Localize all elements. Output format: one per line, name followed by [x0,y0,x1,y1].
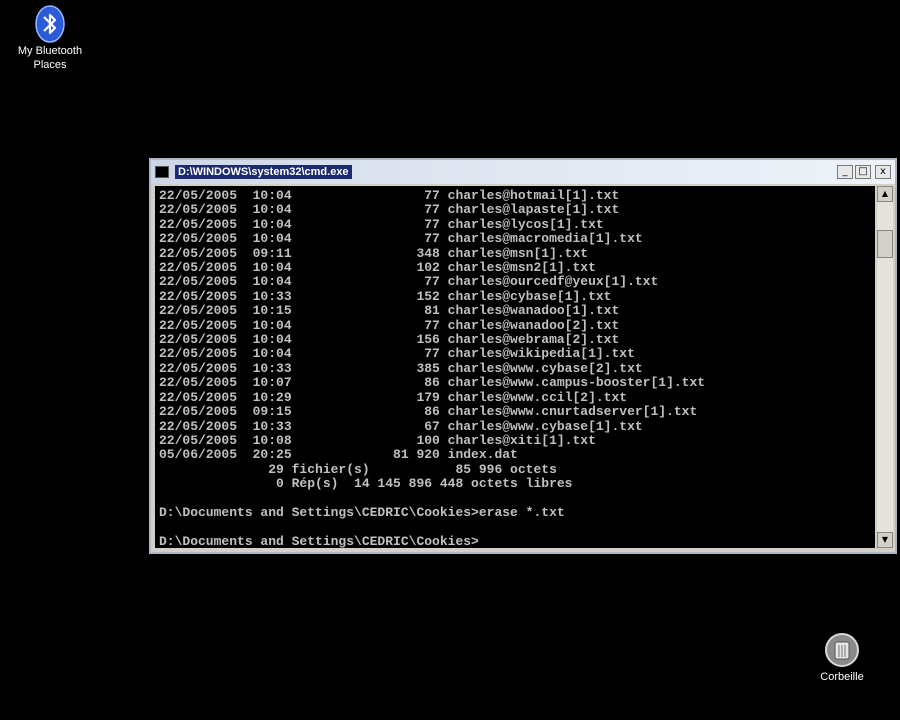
vertical-scrollbar[interactable]: ▲ ▼ [877,186,893,548]
console-line: 05/06/2005 20:25 81 920 index.dat [159,447,518,463]
console-line: 22/05/2005 10:04 102 charles@msn2[1].txt [159,260,596,276]
console-line: 22/05/2005 10:04 77 charles@lycos[1].txt [159,216,604,232]
console-line: 22/05/2005 10:04 77 charles@wikipedia[1]… [159,346,635,362]
console-line: 22/05/2005 10:33 385 charles@www.cybase[… [159,360,643,376]
scroll-down-arrow-icon[interactable]: ▼ [877,532,893,548]
cmd-window[interactable]: D:\WINDOWS\system32\cmd.exe _ □ x 22/05/… [149,158,897,554]
console-line: 22/05/2005 10:15 81 charles@wanadoo[1].t… [159,303,620,319]
console-line: D:\Documents and Settings\CEDRIC\Cookies… [159,504,565,520]
console-line: 22/05/2005 09:15 86 charles@www.cnurtads… [159,404,698,420]
console-line: 22/05/2005 10:33 67 charles@www.cybase[1… [159,418,643,434]
console-line: 22/05/2005 10:04 77 charles@ourcedf@yeux… [159,274,659,290]
bluetooth-icon [35,5,65,43]
recycle-bin-shortcut[interactable]: Corbeille [806,632,878,684]
console-line: 22/05/2005 10:29 179 charles@www.ccil[2]… [159,389,628,405]
scroll-thumb[interactable] [877,230,893,258]
scroll-up-arrow-icon[interactable]: ▲ [877,186,893,202]
console-output[interactable]: 22/05/2005 10:04 77 charles@hotmail[1].t… [155,186,875,548]
bluetooth-label-line1: My Bluetooth [17,45,83,57]
console-line: 22/05/2005 10:04 77 charles@lapaste[1].t… [159,202,620,218]
console-line: D:\Documents and Settings\CEDRIC\Cookies… [159,533,479,548]
recycle-bin-icon [825,633,859,667]
minimize-button[interactable]: _ [837,165,853,179]
maximize-button[interactable]: □ [855,165,871,179]
console-line: 22/05/2005 10:04 77 charles@macromedia[1… [159,231,643,247]
close-button[interactable]: x [875,165,891,179]
recycle-bin-label: Corbeille [820,671,864,683]
cmd-titlebar[interactable]: D:\WINDOWS\system32\cmd.exe _ □ x [151,160,895,184]
console-line: 29 fichier(s) 85 996 octets [159,461,557,477]
console-line: 22/05/2005 10:07 86 charles@www.campus-b… [159,375,706,391]
console-line: 22/05/2005 10:04 156 charles@webrama[2].… [159,332,620,348]
cmd-app-icon[interactable] [155,166,169,178]
console-line: 22/05/2005 10:04 77 charles@hotmail[1].t… [159,188,620,203]
console-line: 22/05/2005 10:04 77 charles@wanadoo[2].t… [159,317,620,333]
console-line: 22/05/2005 10:33 152 charles@cybase[1].t… [159,288,612,304]
console-line: 22/05/2005 09:11 348 charles@msn[1].txt [159,245,589,261]
bluetooth-label-line2: Places [33,59,67,71]
console-text: 22/05/2005 10:04 77 charles@hotmail[1].t… [155,186,875,548]
window-title: D:\WINDOWS\system32\cmd.exe [175,165,352,179]
console-line: 0 Rép(s) 14 145 896 448 octets libres [159,476,573,492]
my-bluetooth-places-shortcut[interactable]: My Bluetooth Places [8,4,92,72]
console-line: 22/05/2005 10:08 100 charles@xiti[1].txt [159,432,596,448]
